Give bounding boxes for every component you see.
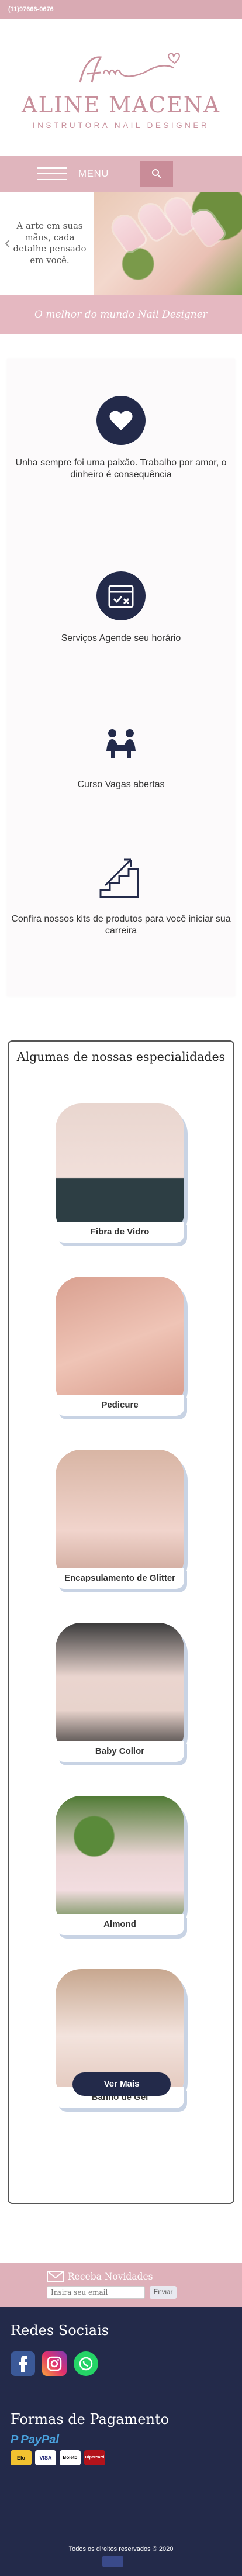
features-section: Unha sempre foi uma paixão. Trabalho por… (7, 359, 235, 996)
banner-text: O melhor do mundo Nail Designer (34, 309, 208, 320)
instagram-icon[interactable] (42, 2351, 67, 2376)
calendar-icon (95, 570, 147, 622)
search-icon (152, 169, 161, 178)
specialty-photo (56, 1796, 184, 1930)
specialty-photo (56, 1623, 184, 1757)
search-button[interactable] (140, 161, 174, 187)
feature-services[interactable]: Serviços Agende seu horário (7, 570, 235, 644)
payment-title: Formas de Pagamento (11, 2411, 170, 2427)
paypal-label: PayPal (20, 2433, 59, 2446)
send-button[interactable]: Enviar (150, 2286, 177, 2299)
specialty-photo (56, 1103, 184, 1238)
newsletter-label: Receba Novidades (68, 2271, 153, 2282)
feature-text: Serviços Agende seu horário (61, 633, 181, 643)
payment-section: Formas de Pagamento P PayPal Elo VISA Bo… (11, 2411, 231, 2465)
newsletter-section: Receba Novidades Enviar (0, 2263, 242, 2307)
logo-monogram-icon (79, 53, 180, 83)
specialty-card[interactable]: Pedicure (56, 1277, 191, 1423)
security-seal-icon (102, 2556, 123, 2567)
feature-text: Confira nossos kits de produtos para voc… (11, 914, 231, 936)
specialty-photo (56, 1277, 184, 1411)
menu-label[interactable]: MENU (78, 168, 109, 180)
social-title: Redes Sociais (11, 2322, 109, 2339)
navbar: MENU (0, 156, 242, 192)
feature-course[interactable]: Curso Vagas abertas (7, 716, 235, 791)
logo-name: ALINE MACENA (21, 92, 221, 118)
hipercard-icon: Hipercard (84, 2450, 105, 2465)
social-links (11, 2351, 231, 2376)
stairs-icon (95, 850, 147, 903)
specialty-card[interactable]: Baby Collor (56, 1623, 191, 1769)
hero-slider: A arte em suas mãos, cada detalhe pensad… (0, 192, 242, 295)
whatsapp-icon[interactable] (74, 2351, 98, 2376)
banner: O melhor do mundo Nail Designer (0, 295, 242, 334)
specialty-label: Baby Collor (56, 1741, 184, 1762)
see-more-button[interactable]: Ver Mais (72, 2072, 171, 2096)
feature-text: Curso Vagas abertas (77, 780, 165, 789)
specialty-label: Encapsulamento de Glitter (56, 1568, 184, 1589)
feature-kits[interactable]: Confira nossos kits de produtos para voc… (7, 850, 235, 937)
paypal-icon: P (11, 2433, 19, 2446)
logo-subtitle: INSTRUTORA NAIL DESIGNER (32, 121, 210, 130)
footer: Redes Sociais Formas de Pagamento P PayP… (0, 2307, 242, 2576)
chevron-left-icon[interactable]: ‹ (5, 234, 18, 253)
feature-text: Unha sempre foi uma paixão. Trabalho por… (15, 458, 227, 480)
course-icon (95, 716, 147, 768)
facebook-icon[interactable] (11, 2351, 35, 2376)
feature-passion: Unha sempre foi uma paixão. Trabalho por… (7, 394, 235, 481)
email-field[interactable] (47, 2286, 145, 2299)
specialty-card[interactable]: Encapsulamento de Glitter (56, 1450, 191, 1596)
copyright-text: Todos os direitos reservados © 2020 (68, 2546, 174, 2553)
heart-icon (95, 394, 147, 447)
specialties-title: Algumas de nossas especialidades (16, 1050, 226, 1064)
specialties-section: Algumas de nossas especialidades Fibra d… (8, 1040, 234, 2204)
visa-card-icon: VISA (35, 2450, 56, 2465)
hero-photo (94, 192, 242, 295)
specialty-photo (56, 1450, 184, 1584)
specialty-label: Fibra de Vidro (56, 1222, 184, 1243)
elo-card-icon: Elo (11, 2450, 32, 2465)
phone-number[interactable]: (11)97666-0676 (8, 6, 54, 13)
mail-icon (47, 2271, 64, 2282)
boleto-icon: Boleto (60, 2450, 81, 2465)
specialty-card[interactable]: Almond (56, 1796, 191, 1942)
top-bar: (11)97666-0676 (0, 0, 242, 19)
specialty-card[interactable]: Fibra de Vidro (56, 1103, 191, 1250)
logo[interactable]: ALINE MACENA INSTRUTORA NAIL DESIGNER (0, 19, 242, 156)
hamburger-menu-icon[interactable] (37, 167, 67, 180)
specialty-label: Pedicure (56, 1395, 184, 1416)
specialty-label: Almond (56, 1914, 184, 1935)
